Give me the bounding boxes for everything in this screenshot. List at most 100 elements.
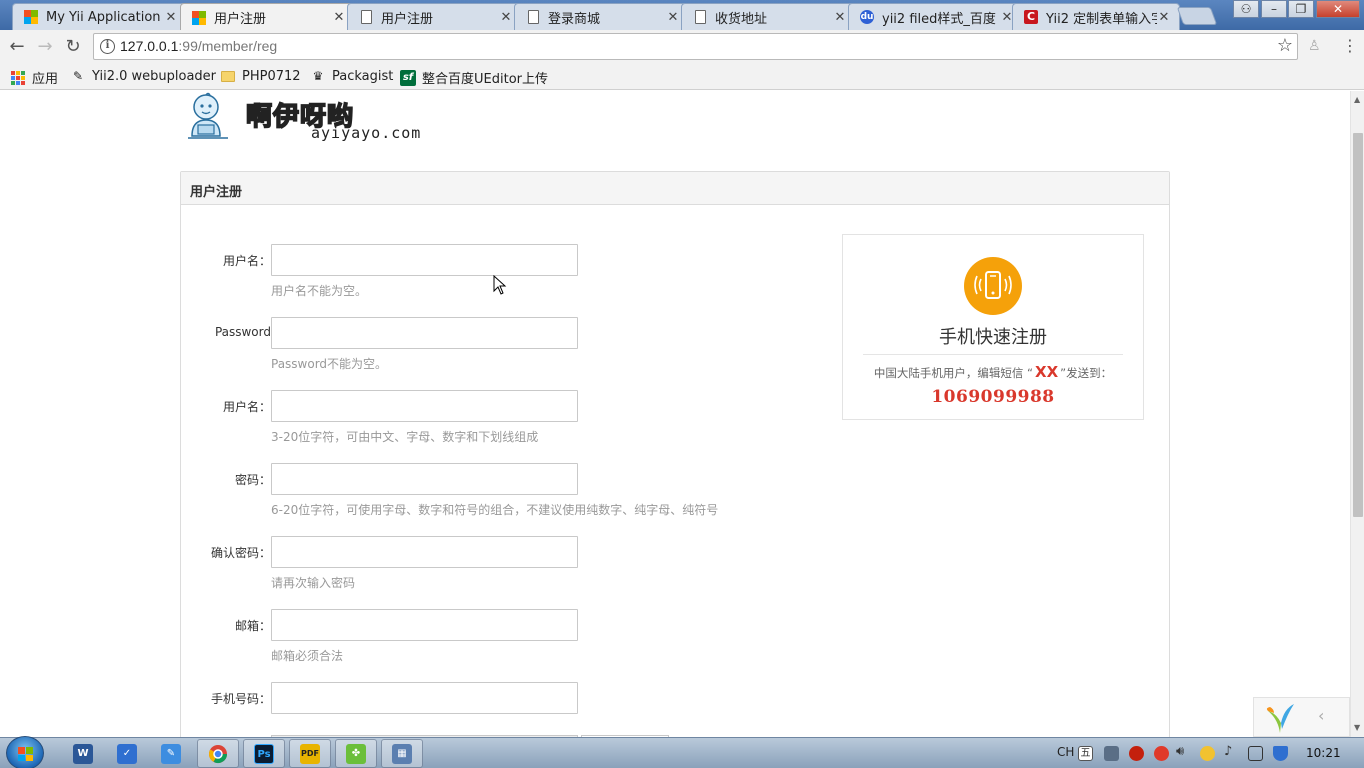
tab-login-mall[interactable]: 登录商城 ✕ <box>514 3 689 30</box>
scrollbar-thumb[interactable] <box>1353 133 1363 517</box>
tab-close-icon[interactable]: ✕ <box>164 10 178 25</box>
shield-icon[interactable] <box>1273 746 1288 761</box>
field-label: 用户名： <box>222 254 271 268</box>
confirm-password-input[interactable] <box>271 536 578 568</box>
email-field[interactable] <box>271 609 578 641</box>
taskbar-word-icon[interactable]: W <box>62 739 104 768</box>
page-viewport: 啊伊呀哟 ayiyayo.com 用户注册 用户名： 用户名不能为空。 Pass… <box>0 91 1350 737</box>
windows-logo-icon <box>18 747 33 761</box>
menu-icon[interactable]: ⋮ <box>1342 36 1358 55</box>
tab-title: 用户注册 <box>381 11 434 27</box>
windows-taskbar: W ✓ ✎ Ps PDF ✤ ▦ CH 五 🔊︎ ♪ 10:21 <box>0 736 1364 768</box>
bookmark-apps[interactable]: 应用 <box>10 68 58 87</box>
taskbar-security-icon[interactable]: ✓ <box>106 739 148 768</box>
taskbar-app-icon[interactable]: ▦ <box>381 739 423 768</box>
back-button[interactable]: ← <box>6 36 28 58</box>
tab-user-register[interactable]: 用户注册 ✕ <box>347 3 522 30</box>
tab-close-icon[interactable]: ✕ <box>499 10 513 25</box>
bookmark-yii2-webuploader[interactable]: ✎ Yii2.0 webuploader <box>70 68 216 84</box>
password-input[interactable] <box>271 317 578 349</box>
site-logo[interactable]: 啊伊呀哟 ayiyayo.com <box>184 92 434 142</box>
tab-close-icon[interactable]: ✕ <box>833 10 847 25</box>
tray-app-icon[interactable] <box>1104 746 1119 761</box>
start-button[interactable] <box>6 736 44 768</box>
tab-close-icon[interactable]: ✕ <box>666 10 680 25</box>
phone-input[interactable] <box>271 682 578 714</box>
new-tab-button[interactable] <box>1176 7 1218 25</box>
field-hint: 6-20位字符，可使用字母、数字和符号的组合，不建议使用纯数字、纯字母、纯符号 <box>271 503 719 517</box>
tab-csdn[interactable]: C Yii2 定制表单输入字 ✕ <box>1012 3 1180 30</box>
tab-title: yii2 filed样式_百度 <box>882 11 996 27</box>
quick-register-title: 手机快速注册 <box>939 327 1047 348</box>
folder-icon <box>220 68 236 84</box>
bookmark-ueditor[interactable]: sf 整合百度UEditor上传 <box>400 68 548 87</box>
input-language[interactable]: CH <box>1057 745 1074 759</box>
tab-shipping-address[interactable]: 收货地址 ✕ <box>681 3 856 30</box>
tab-close-icon[interactable]: ✕ <box>1157 10 1171 25</box>
tab-baidu-search[interactable]: du yii2 filed样式_百度 ✕ <box>848 3 1023 30</box>
yii-logo-icon <box>1266 704 1294 733</box>
taskbar-pdf-icon[interactable]: PDF <box>289 739 331 768</box>
page-scrollbar[interactable]: ▲ ▼ <box>1350 91 1364 737</box>
scroll-up-icon[interactable]: ▲ <box>1354 95 1360 104</box>
tab-user-register-active[interactable]: 用户注册 ✕ <box>180 3 355 31</box>
bookmark-packagist[interactable]: ♛ Packagist <box>310 68 394 84</box>
address-url: 127.0.0.1:99/member/reg <box>120 38 277 54</box>
forward-button[interactable]: → <box>34 36 56 58</box>
taskbar-clock[interactable]: 10:21 <box>1306 746 1341 760</box>
field-label: 邮箱： <box>234 619 271 633</box>
username-field[interactable] <box>271 390 578 422</box>
reload-button[interactable]: ↻ <box>62 36 84 58</box>
document-icon <box>692 9 708 25</box>
speaker-icon[interactable]: ♪ <box>1224 744 1239 759</box>
tab-close-icon[interactable]: ✕ <box>332 10 346 25</box>
bookmark-star-icon[interactable]: ☆ <box>1277 35 1293 56</box>
browser-toolbar: ← → ↻ i 127.0.0.1:99/member/reg ☆ ♙ ⋮ <box>0 30 1364 64</box>
bookmark-label: Yii2.0 webuploader <box>92 68 217 84</box>
maximize-button[interactable]: ❐ <box>1288 0 1314 18</box>
divider <box>863 354 1123 355</box>
tray-record-icon[interactable] <box>1129 746 1144 761</box>
field-label: 密码： <box>234 473 271 487</box>
tab-title: Yii2 定制表单输入字 <box>1046 11 1157 27</box>
close-window-button[interactable]: ✕ <box>1316 0 1360 18</box>
quick-register-desc: 中国大陆手机用户，编辑短信 “XX ”发送到： <box>843 363 1143 381</box>
phone-icon <box>964 257 1022 315</box>
username-input[interactable] <box>271 244 578 276</box>
floating-yii-widget[interactable]: ‹ <box>1253 697 1350 737</box>
extension-icon[interactable]: ♙ <box>1308 38 1321 54</box>
taskbar-notes-icon[interactable]: ✎ <box>150 739 192 768</box>
taskbar-photoshop-icon[interactable]: Ps <box>243 739 285 768</box>
collapse-chevron-icon[interactable]: ‹ <box>1318 706 1324 725</box>
field-hint: 请再次输入密码 <box>271 576 356 590</box>
form-row-username-2: 用户名： 3-20位字符，可由中文、字母、数字和下划线组成 <box>181 390 801 460</box>
address-bar[interactable]: i 127.0.0.1:99/member/reg ☆ <box>93 33 1298 60</box>
scroll-down-icon[interactable]: ▼ <box>1354 723 1360 732</box>
bookmark-php0712[interactable]: PHP0712 <box>220 68 301 84</box>
register-panel: 用户注册 用户名： 用户名不能为空。 Password Password不能为空… <box>180 171 1170 737</box>
taskbar-chrome-icon[interactable] <box>197 739 239 768</box>
field-hint: 3-20位字符，可由中文、字母、数字和下划线组成 <box>271 430 539 444</box>
form-row-confirm-password: 确认密码： 请再次输入密码 <box>181 536 801 606</box>
bookmark-label: PHP0712 <box>242 68 301 84</box>
tray-antivirus-icon[interactable] <box>1154 746 1169 761</box>
tab-my-yii-application[interactable]: My Yii Application ✕ <box>12 3 187 30</box>
field-label: 手机号码： <box>210 692 271 706</box>
tray-weather-icon[interactable] <box>1200 746 1215 761</box>
taskbar-clover-icon[interactable]: ✤ <box>335 739 377 768</box>
network-icon[interactable] <box>1248 746 1263 761</box>
document-icon <box>358 9 374 25</box>
ime-icon[interactable]: 五 <box>1078 746 1093 761</box>
volume-icon[interactable]: 🔊︎ <box>1176 744 1191 759</box>
site-info-icon[interactable]: i <box>100 39 115 54</box>
csdn-icon: C <box>1023 9 1039 25</box>
yii-icon <box>191 10 207 26</box>
minimize-button[interactable]: – <box>1261 0 1287 18</box>
user-icon[interactable]: ⚇ <box>1233 0 1259 18</box>
packagist-icon: ♛ <box>312 69 324 83</box>
bookmark-label: 整合百度UEditor上传 <box>422 72 548 87</box>
url-path: :99/member/reg <box>178 38 278 54</box>
form-row-phone: 手机号码： <box>181 682 801 737</box>
pwd-input[interactable] <box>271 463 578 495</box>
tab-title: 收货地址 <box>715 11 768 27</box>
